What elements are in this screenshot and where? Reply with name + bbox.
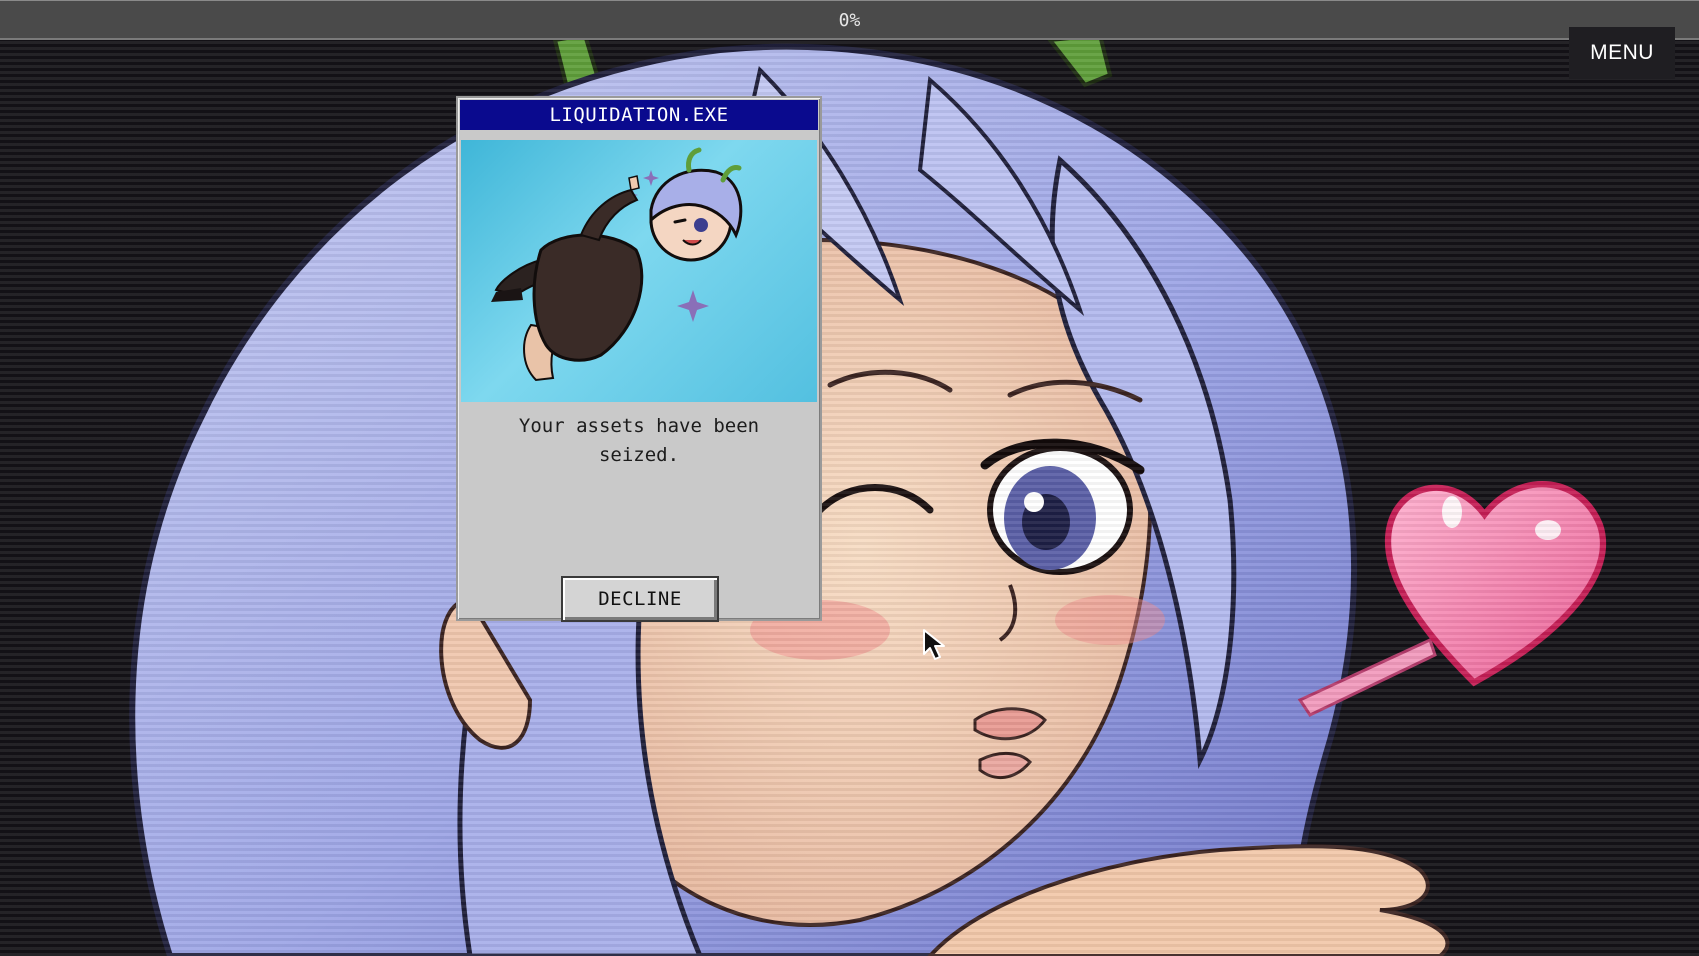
progress-bar: 0% bbox=[0, 0, 1699, 40]
progress-percent: 0% bbox=[838, 10, 861, 31]
menu-button[interactable]: MENU bbox=[1569, 27, 1675, 79]
arrow-cursor-icon bbox=[923, 629, 945, 660]
background-illustration bbox=[0, 40, 1699, 956]
popup-title: LIQUIDATION.EXE bbox=[460, 100, 818, 130]
chibi-character-icon bbox=[491, 147, 743, 382]
popup-message: Your assets have been seized. bbox=[518, 415, 760, 466]
popup-character-image bbox=[461, 140, 817, 402]
liquidation-popup: LIQUIDATION.EXE Your assets have been se… bbox=[456, 96, 822, 622]
decline-button[interactable]: DECLINE bbox=[561, 576, 719, 622]
character-artwork bbox=[129, 40, 1607, 956]
